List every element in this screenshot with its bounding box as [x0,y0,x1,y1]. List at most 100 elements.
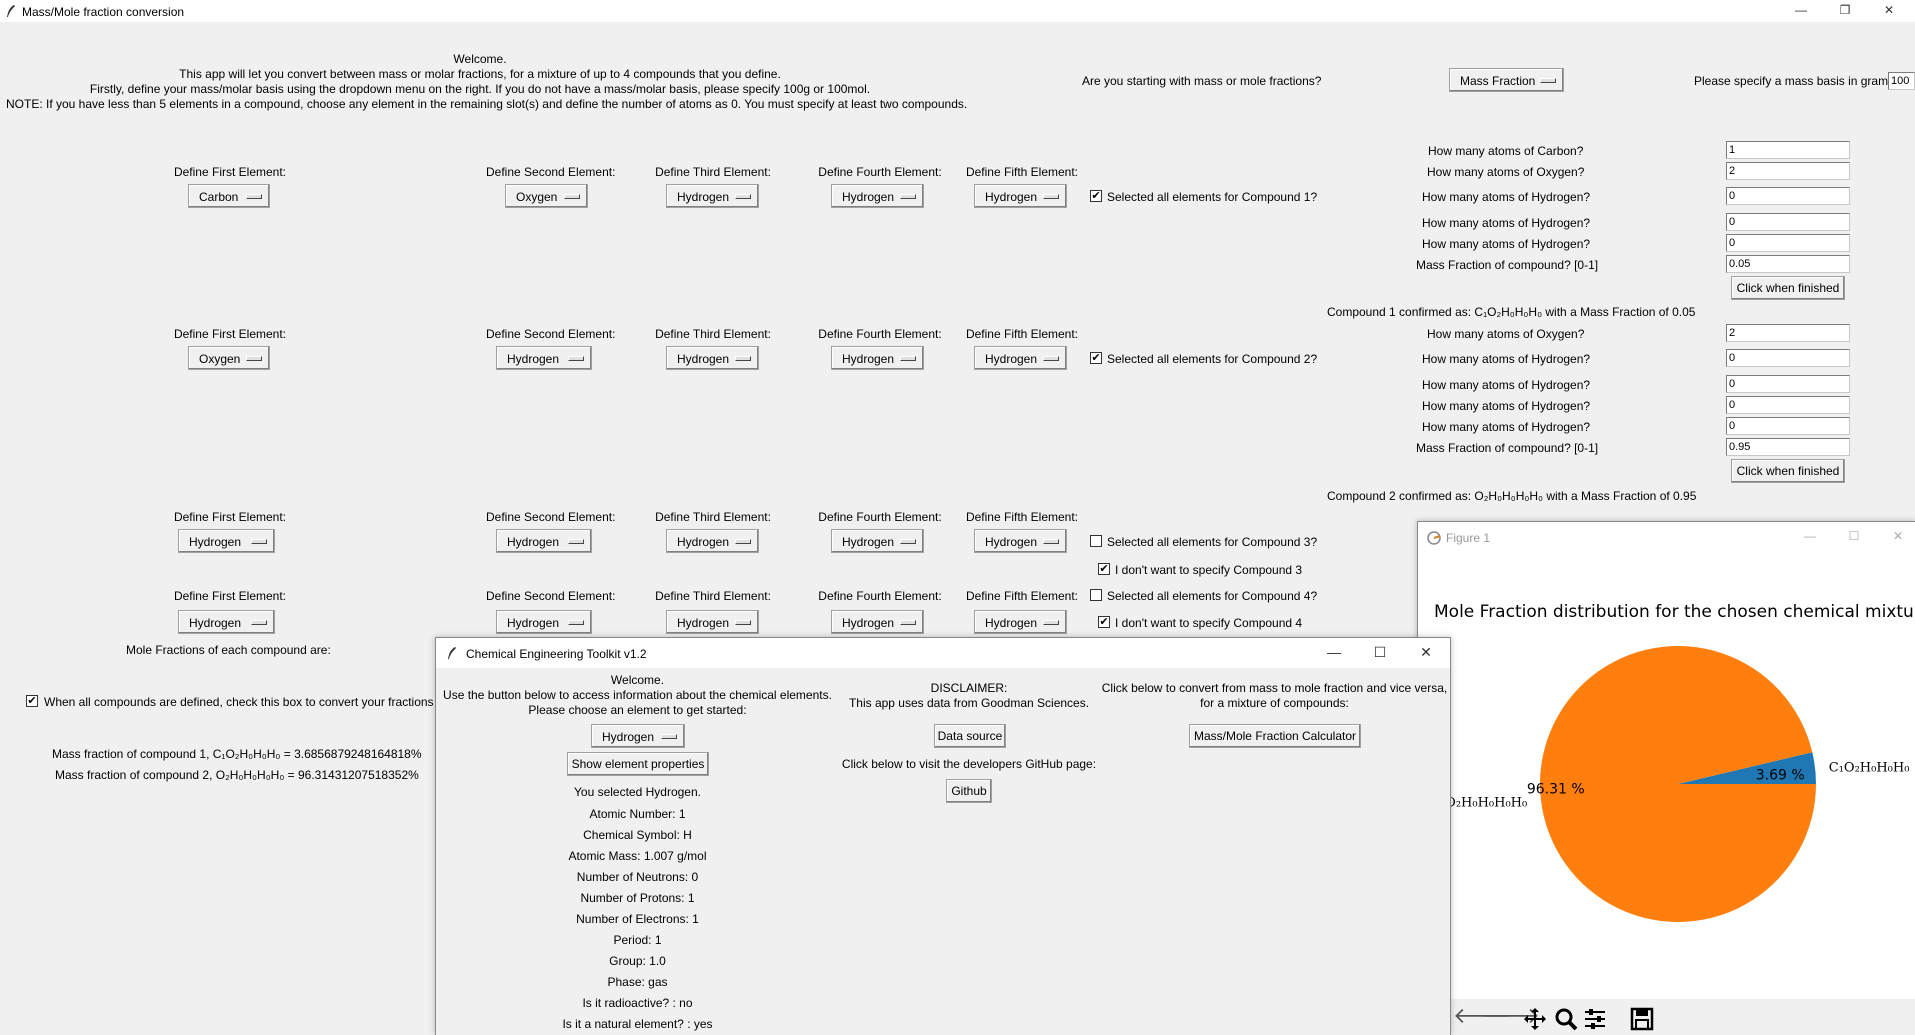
figure-close-button[interactable]: ✕ [1876,526,1915,548]
chevron-down-icon [564,194,580,199]
atoms2-input-3[interactable]: 0 [1726,375,1850,393]
compound1-selected-checkbox[interactable]: ✔ [1090,190,1102,202]
compound4-element3-dropdown[interactable]: Hydrogen [666,610,759,634]
figure-minimize-button[interactable]: — [1788,526,1832,548]
compound3-element5-dropdown[interactable]: Hydrogen [974,529,1067,553]
basis-input[interactable]: 100 [1888,72,1915,90]
compound4-skip-label: I don't want to specify Compound 4 [1115,616,1303,630]
dropdown-value: Carbon [199,190,239,204]
mass-fraction-input-2[interactable]: 0.95 [1726,438,1850,456]
dropdown-value: Hydrogen [985,535,1038,549]
atoms1-input-1[interactable]: 1 [1726,141,1850,159]
compound1-element3-dropdown[interactable]: Hydrogen [666,184,759,208]
compound1-element2-dropdown[interactable]: Oxygen [505,184,588,208]
compound4-element2-dropdown[interactable]: Hydrogen [496,610,592,634]
compound1-element5-dropdown[interactable]: Hydrogen [974,184,1067,208]
compound3-element4-dropdown[interactable]: Hydrogen [831,529,924,553]
atoms1-input-3[interactable]: 0 [1726,187,1850,205]
atoms1-label-6: Mass Fraction of compound? [0-1] [1416,258,1599,272]
save-icon[interactable] [1630,1007,1654,1031]
minimize-button[interactable]: — [1779,0,1823,22]
feather-icon [7,5,15,17]
compound4-skip-checkbox[interactable]: ✔ [1098,616,1110,628]
compound2-element2-dropdown[interactable]: Hydrogen [496,346,592,370]
zoom-icon[interactable] [1554,1007,1578,1031]
pie-category-label: O₂H₀H₀H₀H₀ [1445,796,1527,811]
compound3-element1-dropdown[interactable]: Hydrogen [178,529,275,553]
atoms2-input-1[interactable]: 2 [1726,324,1850,342]
define-first-element-label: Define First Element: [173,165,287,179]
compound4-selected-checkbox[interactable] [1090,589,1102,601]
toolkit-close-button[interactable]: ✕ [1403,642,1449,664]
chevron-down-icon [568,356,584,361]
compound1-confirmation: Compound 1 confirmed as: C₁O₂H₀H₀H₀ with… [1327,305,1696,319]
chevron-down-icon [251,539,267,544]
compound2-selected-checkbox[interactable]: ✔ [1090,352,1102,364]
figure-title-bar: Figure 1 — ☐ ✕ [1418,522,1915,552]
dropdown-value: Hydrogen [507,535,560,549]
toolkit-window-title: Chemical Engineering Toolkit v1.2 [466,647,647,661]
mass-mole-calculator-button[interactable]: Mass/Mole Fraction Calculator [1189,724,1361,748]
define-fourth-element-label: Define Fourth Element: [818,510,942,524]
atoms2-input-4[interactable]: 0 [1726,396,1850,414]
matplotlib-icon [1427,531,1441,545]
toolkit-maximize-button[interactable]: ☐ [1357,642,1403,664]
atoms1-input-5[interactable]: 0 [1726,234,1850,252]
result-line-1: Mass fraction of compound 1, C₁O₂H₀H₀H₀ … [52,747,422,761]
atoms1-input-2[interactable]: 2 [1726,162,1850,180]
fraction-type-value: Mass Fraction [1460,74,1536,88]
define-fifth-element-label: Define Fifth Element: [965,327,1079,341]
pie-pct-label: 96.31 % [1527,782,1585,798]
mass-fraction-input-1[interactable]: 0.05 [1726,255,1850,273]
compound2-element5-dropdown[interactable]: Hydrogen [974,346,1067,370]
show-element-properties-button[interactable]: Show element properties [567,752,709,776]
compound4-element1-dropdown[interactable]: Hydrogen [178,610,275,634]
atoms2-label-5: How many atoms of Hydrogen? [1422,420,1591,434]
dropdown-value: Oxygen [516,190,558,204]
github-button[interactable]: Github [946,779,992,803]
data-source-button[interactable]: Data source [934,724,1006,748]
toolkit-minimize-button[interactable]: — [1311,642,1357,664]
pie-chart: 3.69 % C₁O₂H₀H₀H₀ 96.31 %O₂H₀H₀H₀H₀ [1445,645,1909,922]
compound3-element3-dropdown[interactable]: Hydrogen [666,529,759,553]
restore-button[interactable]: ❐ [1823,0,1867,22]
compound3-selected-checkbox[interactable] [1090,535,1102,547]
dropdown-value: Hydrogen [677,190,730,204]
click-when-finished-button-1[interactable]: Click when finished [1731,276,1845,300]
compound2-confirmation: Compound 2 confirmed as: O₂H₀H₀H₀H₀ with… [1327,489,1697,503]
chevron-down-icon [568,539,584,544]
compound4-element5-dropdown[interactable]: Hydrogen [974,610,1067,634]
fraction-type-dropdown[interactable]: Mass Fraction [1449,68,1564,92]
toolkit-title-bar: Chemical Engineering Toolkit v1.2 — ☐ ✕ [436,638,1450,668]
dropdown-value: Hydrogen [677,616,730,630]
dropdown-value: Hydrogen [842,616,895,630]
atoms2-input-2[interactable]: 0 [1726,349,1850,367]
atoms1-input-4[interactable]: 0 [1726,213,1850,231]
compound2-element4-dropdown[interactable]: Hydrogen [831,346,924,370]
configure-subplots-icon[interactable] [1583,1007,1607,1031]
close-button[interactable]: ✕ [1867,0,1911,22]
convert-checkbox[interactable]: ✔ [26,695,38,707]
compound1-selected-label: Selected all elements for Compound 1? [1107,190,1318,204]
atoms1-label-2: How many atoms of Oxygen? [1427,165,1585,179]
compound1-element4-dropdown[interactable]: Hydrogen [831,184,924,208]
compound2-element1-dropdown[interactable]: Oxygen [188,346,270,370]
atoms2-input-5[interactable]: 0 [1726,417,1850,435]
atoms1-label-5: How many atoms of Hydrogen? [1422,237,1591,251]
toolkit-intro-line-2: Use the button below to access informati… [443,688,832,702]
toolkit-intro-line-3: Please choose an element to get started: [528,703,747,717]
atoms2-label-6: Mass Fraction of compound? [0-1] [1416,441,1599,455]
pan-icon[interactable] [1523,1007,1547,1031]
welcome-line-2: This app will let you convert between ma… [179,67,781,81]
compound4-element4-dropdown[interactable]: Hydrogen [831,610,924,634]
welcome-line-3: Firstly, define your mass/molar basis us… [89,82,871,96]
click-when-finished-button-2[interactable]: Click when finished [1731,459,1845,483]
figure-maximize-button[interactable]: ☐ [1832,526,1876,548]
chevron-down-icon [1043,356,1059,361]
compound3-element2-dropdown[interactable]: Hydrogen [496,529,592,553]
compound2-element3-dropdown[interactable]: Hydrogen [666,346,759,370]
element-dropdown[interactable]: Hydrogen [591,724,685,748]
dropdown-value: Hydrogen [985,616,1038,630]
compound3-skip-checkbox[interactable]: ✔ [1098,563,1110,575]
compound1-element1-dropdown[interactable]: Carbon [188,184,270,208]
